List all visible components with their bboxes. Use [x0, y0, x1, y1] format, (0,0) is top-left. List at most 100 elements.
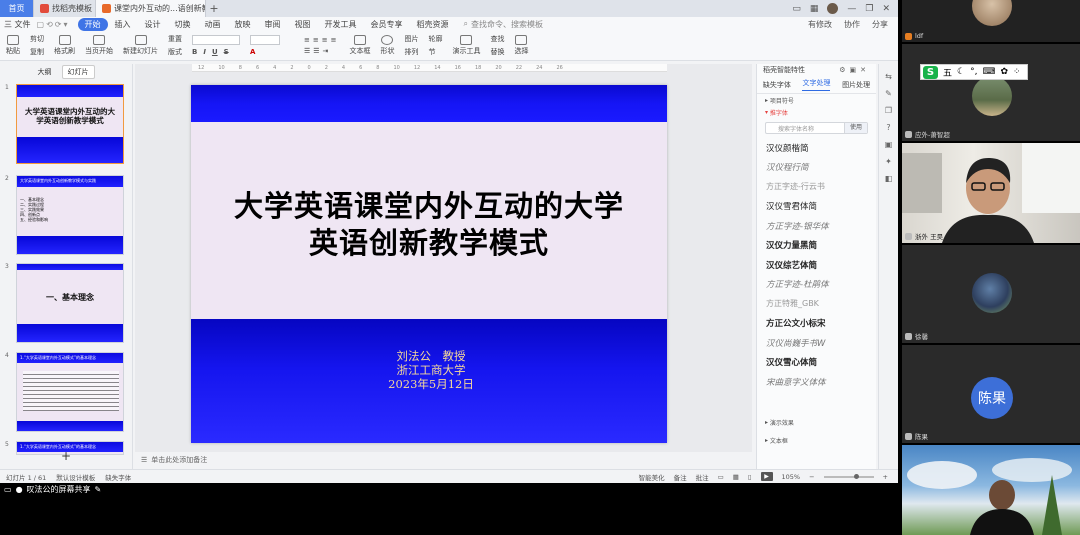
new-slide-button[interactable]: 新建幻灯片	[123, 35, 158, 56]
grid-icon[interactable]: ▦	[810, 4, 819, 14]
notes-toggle[interactable]: 备注	[674, 472, 687, 482]
slide-title[interactable]: 大学英语课堂内外互动的大学 英语创新教学模式	[201, 188, 657, 262]
participant-tile[interactable]: 徐馨	[902, 245, 1080, 343]
command-search[interactable]: ⌕ 查找命令、搜索模板	[464, 19, 543, 30]
sorter-view-icon[interactable]: ▦	[733, 473, 739, 481]
record-icon[interactable]: ◧	[885, 174, 893, 183]
section-fonts[interactable]: ▾ 推字体	[757, 106, 876, 118]
panel-header-icons[interactable]: ⚙▣✕	[839, 66, 870, 74]
strike-icon[interactable]: S	[224, 48, 229, 56]
font-item[interactable]: 汉仪程行简	[757, 158, 876, 178]
bold-icon[interactable]: B	[192, 48, 197, 56]
layout-icon[interactable]: ▭	[792, 4, 801, 14]
participant-tile[interactable]: 应外-萧智超	[902, 44, 1080, 141]
mic-icon[interactable]: ●	[16, 485, 23, 494]
window-close-icon[interactable]: ✕	[882, 4, 890, 14]
collaborate-button[interactable]: 协作	[844, 19, 860, 30]
slide-canvas[interactable]: 12 10 8 6 4 2 0 2 4 6 8 10 12 14 16 18 20 22 24 26 大学英语课堂内外…	[135, 64, 752, 452]
magic-icon[interactable]: ✦	[885, 157, 892, 166]
menu-member[interactable]: 会员专享	[364, 19, 410, 30]
font-item[interactable]: 汉仪尚巍手书W	[757, 333, 876, 353]
pen-icon[interactable]: ✎	[95, 485, 102, 494]
font-item[interactable]: 宋曲意字义体体	[757, 372, 876, 392]
menu-home[interactable]: 开始	[77, 17, 108, 31]
participant-tile[interactable]: 陈果 陈果	[902, 345, 1080, 443]
zoom-level[interactable]: 105%	[782, 473, 801, 481]
outline-button[interactable]: 轮廓	[428, 34, 442, 44]
section-bullets[interactable]: ▸ 项目符号	[757, 94, 876, 106]
avatar[interactable]	[827, 3, 839, 14]
adjust-icon[interactable]: ⇆	[885, 72, 892, 81]
menu-view[interactable]: 视图	[288, 19, 318, 30]
image-icon[interactable]: ▣	[885, 140, 893, 149]
slideshow-play-button[interactable]: ▶	[760, 472, 773, 481]
normal-view-icon[interactable]: ▭	[718, 473, 724, 481]
minimize-icon[interactable]: —	[847, 4, 856, 14]
participant-video-tile[interactable]: 浙外 王昊	[902, 143, 1080, 243]
slide-subtitle[interactable]: 刘法公 教授 浙江工商大学 2023年5月12日	[341, 349, 521, 391]
text-box-button[interactable]: 文本框	[349, 35, 370, 56]
file-menu[interactable]: 三 文件	[4, 19, 31, 30]
font-search-button[interactable]: 使用	[843, 123, 867, 133]
restore-icon[interactable]: ❐	[865, 4, 873, 14]
format-painter-button[interactable]: 格式刷	[54, 35, 75, 56]
arrange-button[interactable]: 排列	[404, 47, 418, 57]
replace-button[interactable]: 替换	[490, 47, 504, 57]
menu-animation[interactable]: 动画	[198, 19, 228, 30]
list-icons[interactable]: ☰☰⇥	[304, 47, 339, 55]
from-current-button[interactable]: 当页开始	[85, 35, 113, 56]
copy-icon[interactable]: ❐	[885, 106, 892, 115]
font-item[interactable]: 汉仪颜楷简	[757, 138, 876, 158]
menu-transition[interactable]: 切换	[168, 19, 198, 30]
tab-slides[interactable]: 幻灯片	[61, 65, 95, 79]
notes-bar[interactable]: ☰ 单击此处添加备注	[135, 452, 752, 468]
zoom-out-icon[interactable]: −	[809, 473, 814, 481]
align-icons[interactable]: ≡≡≡≡	[304, 36, 339, 44]
font-item[interactable]: 汉仪综艺体简	[757, 255, 876, 275]
tab-document[interactable]: 课堂内外互动的...语创新教学模式 ✕	[96, 0, 206, 17]
share-button[interactable]: 分享	[872, 19, 888, 30]
menu-developer[interactable]: 开发工具	[318, 19, 364, 30]
ime-mode[interactable]: 五	[943, 66, 952, 79]
moon-icon[interactable]: ☾	[957, 67, 965, 77]
panel-tab-text[interactable]: 文字处理	[802, 78, 831, 91]
section-effects[interactable]: ▸ 演示效果	[757, 416, 876, 428]
underline-icon[interactable]: U	[212, 48, 218, 56]
add-slide-button[interactable]: +	[61, 449, 71, 463]
font-item[interactable]: 汉仪雪心体简	[757, 353, 876, 373]
skin-icon[interactable]: ✿	[1000, 67, 1008, 77]
presenter-tools-button[interactable]: 演示工具	[452, 35, 480, 56]
reset-button[interactable]: 重置	[168, 34, 182, 44]
menu-review[interactable]: 审阅	[258, 19, 288, 30]
shape-button[interactable]: 形状	[380, 35, 394, 56]
ime-toolbar[interactable]: S 五 ☾ °, ⌨ ✿ ⁘	[920, 64, 1028, 80]
keyboard-icon[interactable]: ⌨	[982, 67, 995, 77]
panel-tab-missing-fonts[interactable]: 缺失字体	[763, 80, 791, 90]
tab-home[interactable]: 首页	[0, 0, 34, 17]
font-item[interactable]: 方正公文小标宋	[757, 314, 876, 334]
font-item[interactable]: 汉仪雪君体简	[757, 197, 876, 217]
punct-icon[interactable]: °,	[970, 67, 977, 77]
italic-icon[interactable]: I	[203, 48, 206, 56]
font-name-input[interactable]	[192, 35, 240, 45]
current-slide[interactable]: 大学英语课堂内外互动的大学 英语创新教学模式 刘法公 教授 浙江工商大学 202…	[191, 85, 667, 443]
new-tab-button[interactable]: +	[206, 0, 222, 17]
comment-toggle[interactable]: 批注	[696, 472, 709, 482]
participant-tile[interactable]: ldf	[902, 0, 1080, 42]
smart-beautify-button[interactable]: 智能美化	[639, 472, 665, 482]
paste-button[interactable]: 粘贴	[6, 35, 20, 56]
reading-view-icon[interactable]: ▯	[748, 473, 752, 481]
missing-fonts-status[interactable]: 缺失字体	[105, 472, 131, 482]
design-template[interactable]: 默认设计模板	[56, 472, 95, 482]
font-item[interactable]: 汉仪力量黑简	[757, 236, 876, 256]
menu-slideshow[interactable]: 放映	[228, 19, 258, 30]
menu-insert[interactable]: 插入	[108, 19, 138, 30]
apps-icon[interactable]: ⁘	[1013, 67, 1021, 77]
zoom-in-icon[interactable]: +	[883, 473, 888, 481]
font-item[interactable]: 方正字迹-杜鹃体	[757, 275, 876, 295]
font-search-input[interactable]: 搜索字体名称 使用	[765, 122, 868, 134]
section-textbox[interactable]: ▸ 文本框	[757, 434, 876, 446]
font-item[interactable]: 方正特雅_GBK	[757, 294, 876, 314]
modified-button[interactable]: 有修改	[808, 19, 832, 30]
style-icon[interactable]: ✎	[885, 89, 892, 98]
